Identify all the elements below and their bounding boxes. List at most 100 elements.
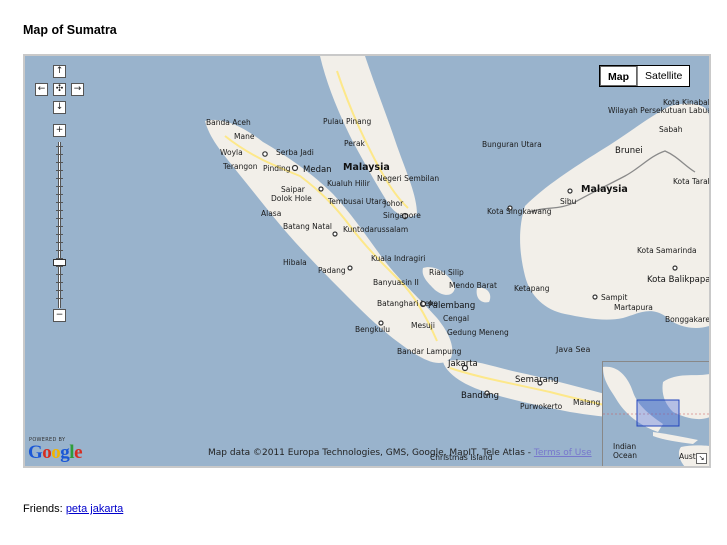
label-padang: Padang bbox=[318, 266, 346, 275]
zoom-slider-tick bbox=[56, 242, 63, 243]
label-bengkulu: Bengkulu bbox=[355, 325, 390, 334]
overview-label-indian-ocean-1: Indian bbox=[613, 442, 636, 451]
label-riau-silip: Riau Silip bbox=[429, 268, 464, 277]
zoom-slider-tick bbox=[56, 178, 63, 179]
label-malang: Malang bbox=[573, 398, 601, 407]
label-kota-tarakan: Kota Tarakan bbox=[673, 177, 709, 186]
label-saipar: Saipar bbox=[281, 185, 306, 194]
google-logo-letter: e bbox=[74, 442, 82, 463]
map-attribution: Map data ©2011 Europa Technologies, GMS,… bbox=[208, 448, 592, 458]
label-alasa: Alasa bbox=[261, 209, 281, 218]
label-kuntodarussalam: Kuntodarussalam bbox=[343, 225, 408, 234]
label-mane: Mane bbox=[234, 132, 255, 141]
label-purwokerto: Purwokerto bbox=[520, 402, 563, 411]
zoom-in-button[interactable]: + bbox=[53, 124, 66, 137]
overview-viewport bbox=[636, 399, 680, 427]
label-perak: Perak bbox=[344, 139, 366, 148]
city-sibu-marker bbox=[567, 188, 573, 194]
friends-line: Friends: peta jakarta bbox=[23, 503, 123, 515]
zoom-slider-tick bbox=[56, 282, 63, 283]
label-gedung-meneng: Gedung Meneng bbox=[447, 328, 509, 337]
google-logo-letter: o bbox=[42, 442, 52, 463]
terms-of-use-link[interactable]: Terms of Use bbox=[534, 448, 592, 458]
pan-center-button[interactable]: ✣ bbox=[53, 83, 66, 96]
label-sabah: Sabah bbox=[659, 125, 683, 134]
city-medan-marker bbox=[291, 164, 299, 172]
zoom-slider-tick bbox=[56, 210, 63, 211]
city-saipar-marker bbox=[318, 186, 324, 192]
zoom-slider-tick bbox=[56, 250, 63, 251]
label-serba-jadi: Serba Jadi bbox=[276, 148, 314, 157]
city-padang-marker bbox=[347, 265, 353, 271]
label-kota-kinabalu: Kota Kinabalu bbox=[663, 98, 709, 107]
label-mesuji: Mesuji bbox=[411, 321, 435, 330]
zoom-slider-knob[interactable] bbox=[53, 259, 66, 266]
label-bunguran-utara: Bunguran Utara bbox=[482, 140, 542, 149]
google-logo-letter: o bbox=[51, 442, 61, 463]
label-brunei: Brunei bbox=[615, 146, 643, 156]
label-kualuh-hilir: Kualuh Hilir bbox=[327, 179, 371, 188]
label-bandung: Bandung bbox=[461, 391, 499, 401]
label-dolok-hole: Dolok Hole bbox=[271, 194, 312, 203]
label-wilayah-persekutuan-labuan: Wilayah Persekutuan Labuan bbox=[608, 106, 709, 115]
map-type-map-button[interactable]: Map bbox=[600, 66, 637, 86]
zoom-slider-rail bbox=[58, 142, 61, 308]
overview-label-indian-ocean-2: Ocean bbox=[613, 451, 637, 460]
label-mendo-barat: Mendo Barat bbox=[449, 281, 497, 290]
zoom-slider-tick bbox=[56, 194, 63, 195]
overview-map[interactable]: Indian Ocean Austra ↘ bbox=[602, 361, 709, 466]
zoom-slider[interactable] bbox=[53, 142, 66, 308]
attribution-text: Map data ©2011 Europa Technologies, GMS,… bbox=[208, 448, 534, 458]
friends-label: Friends: bbox=[23, 503, 63, 515]
label-pinding: Pinding bbox=[263, 164, 291, 173]
zoom-slider-tick bbox=[56, 162, 63, 163]
map-container[interactable]: Banda Aceh Mane Woyla Serba Jadi Terango… bbox=[23, 54, 711, 468]
zoom-slider-tick bbox=[56, 154, 63, 155]
zoom-slider-tick bbox=[56, 290, 63, 291]
overview-toggle-button[interactable]: ↘ bbox=[696, 453, 707, 464]
label-martapura: Martapura bbox=[614, 303, 653, 312]
label-java-sea: Java Sea bbox=[555, 345, 590, 354]
label-banda-aceh: Banda Aceh bbox=[206, 118, 251, 127]
label-palembang: Palembang bbox=[428, 301, 475, 311]
label-semarang: Semarang bbox=[515, 375, 559, 385]
map-type-control[interactable]: Map Satellite bbox=[599, 65, 691, 87]
map-type-satellite-button[interactable]: Satellite bbox=[637, 66, 690, 86]
zoom-slider-tick bbox=[56, 266, 63, 267]
label-batang-natal: Batang Natal bbox=[283, 222, 332, 231]
friends-link-peta-jakarta[interactable]: peta jakarta bbox=[66, 503, 123, 515]
label-ketapang: Ketapang bbox=[514, 284, 550, 293]
google-logo-letter: g bbox=[60, 442, 70, 463]
google-logo-letter: G bbox=[28, 442, 43, 463]
label-bonggakaren: Bonggakaren bbox=[665, 315, 709, 324]
label-kuala-indragiri: Kuala Indragiri bbox=[371, 254, 425, 263]
pan-up-button[interactable]: ↑ bbox=[53, 65, 66, 78]
label-bandar-lampung: Bandar Lampung bbox=[397, 347, 462, 356]
malay-peninsula bbox=[320, 56, 417, 217]
zoom-slider-tick bbox=[56, 274, 63, 275]
label-banyuasin-ii: Banyuasin II bbox=[373, 278, 419, 287]
pan-right-button[interactable]: → bbox=[71, 83, 84, 96]
label-sibu: Sibu bbox=[560, 197, 577, 206]
label-malaysia-east: Malaysia bbox=[581, 184, 628, 195]
label-woyla: Woyla bbox=[220, 148, 243, 157]
label-jakarta: Jakarta bbox=[447, 359, 478, 369]
overview-canvas: Indian Ocean Austra bbox=[603, 362, 709, 466]
label-malaysia-west: Malaysia bbox=[343, 162, 390, 173]
zoom-slider-tick bbox=[56, 202, 63, 203]
pan-left-button[interactable]: ← bbox=[35, 83, 48, 96]
label-negeri-sembilan: Negeri Sembilan bbox=[377, 174, 439, 183]
label-hibala: Hibala bbox=[283, 258, 307, 267]
city-balikpapan-marker bbox=[672, 265, 678, 271]
label-singapore: Singapore bbox=[383, 211, 421, 220]
google-logo[interactable]: Google bbox=[28, 442, 82, 464]
city-sampit-marker bbox=[592, 294, 598, 300]
label-tembusai-utara: Tembusai Utara bbox=[327, 197, 386, 206]
label-terangon: Terangon bbox=[222, 162, 258, 171]
city-serba-jadi-marker bbox=[262, 151, 268, 157]
label-cengal: Cengal bbox=[443, 314, 469, 323]
zoom-slider-tick bbox=[56, 234, 63, 235]
zoom-out-button[interactable]: − bbox=[53, 309, 66, 322]
pan-down-button[interactable]: ↓ bbox=[53, 101, 66, 114]
zoom-slider-tick bbox=[56, 218, 63, 219]
